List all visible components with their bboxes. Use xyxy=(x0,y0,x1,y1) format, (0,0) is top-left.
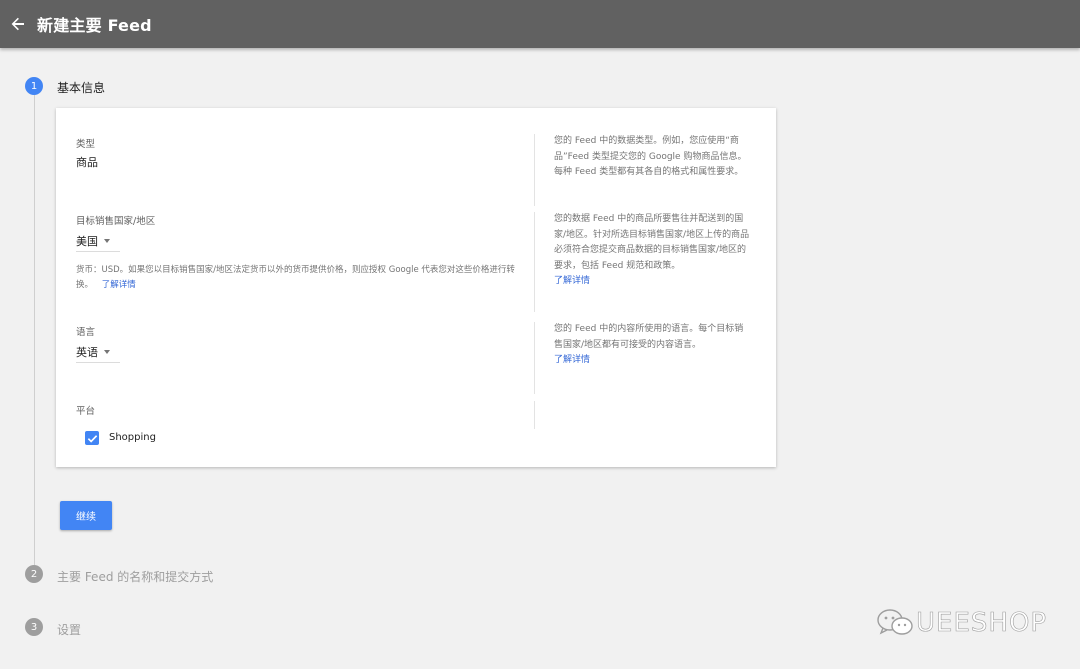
chevron-down-icon xyxy=(104,239,110,243)
country-help: 您的数据 Feed 中的商品所要售往并配送到的国家/地区。针对所选目标销售国家/… xyxy=(554,214,750,271)
country-learn-more-link[interactable]: 了解详情 xyxy=(554,276,590,286)
check-icon xyxy=(87,434,97,443)
country-select[interactable]: 美国 xyxy=(76,231,120,252)
type-label: 类型 xyxy=(76,139,96,150)
arrow-back-icon xyxy=(11,17,24,31)
divider xyxy=(534,322,535,394)
currency-learn-more-link[interactable]: 了解详情 xyxy=(102,280,136,290)
step-2-number: 2 xyxy=(25,565,43,583)
page-title: 新建主要 Feed xyxy=(37,16,152,35)
divider xyxy=(534,212,535,312)
chevron-down-icon xyxy=(104,350,110,354)
type-help: 您的 Feed 中的数据类型。例如，您应使用“商品”Feed 类型提交您的 Go… xyxy=(554,136,747,177)
type-value: 商品 xyxy=(76,156,98,169)
shopping-checkbox[interactable] xyxy=(85,431,99,445)
language-learn-more-link[interactable]: 了解详情 xyxy=(554,355,590,365)
back-button[interactable] xyxy=(3,9,33,39)
language-help: 您的 Feed 中的内容所使用的语言。每个目标销售国家/地区都有可接受的内容语言… xyxy=(554,324,744,350)
step-3-number: 3 xyxy=(25,618,43,636)
country-help-text: 您的数据 Feed 中的商品所要售往并配送到的国家/地区。针对所选目标销售国家/… xyxy=(554,212,750,290)
continue-button[interactable]: 继续 xyxy=(60,501,112,530)
platform-label: 平台 xyxy=(76,406,96,417)
top-app-bar: 新建主要 Feed xyxy=(0,0,1080,48)
language-label: 语言 xyxy=(76,327,96,338)
type-help-text: 您的 Feed 中的数据类型。例如，您应使用“商品”Feed 类型提交您的 Go… xyxy=(554,134,750,181)
step-1-number: 1 xyxy=(25,77,43,95)
watermark: UEESHOP xyxy=(876,606,1047,640)
divider xyxy=(534,401,535,429)
watermark-text: UEESHOP xyxy=(916,608,1048,639)
stepper-rail xyxy=(34,95,35,565)
basic-info-card: 类型 商品 您的 Feed 中的数据类型。例如，您应使用“商品”Feed 类型提… xyxy=(56,108,776,467)
chat-bubbles-icon xyxy=(877,609,913,635)
step-3-label[interactable]: 设置 xyxy=(57,621,81,638)
language-select[interactable]: 英语 xyxy=(76,342,120,363)
currency-note: 货币：USD。如果您以目标销售国家/地区法定货币以外的货币提供价格，则应授权 G… xyxy=(76,263,516,293)
currency-note-text: 货币：USD。如果您以目标销售国家/地区法定货币以外的货币提供价格，则应授权 G… xyxy=(76,265,515,290)
country-label: 目标销售国家/地区 xyxy=(76,216,156,227)
language-value: 英语 xyxy=(76,346,98,359)
language-help-text: 您的 Feed 中的内容所使用的语言。每个目标销售国家/地区都有可接受的内容语言… xyxy=(554,322,750,369)
step-2-label[interactable]: 主要 Feed 的名称和提交方式 xyxy=(57,568,213,585)
divider xyxy=(534,134,535,206)
shopping-label: Shopping xyxy=(109,432,156,443)
step-1-label: 基本信息 xyxy=(57,81,106,95)
country-value: 美国 xyxy=(76,235,98,248)
